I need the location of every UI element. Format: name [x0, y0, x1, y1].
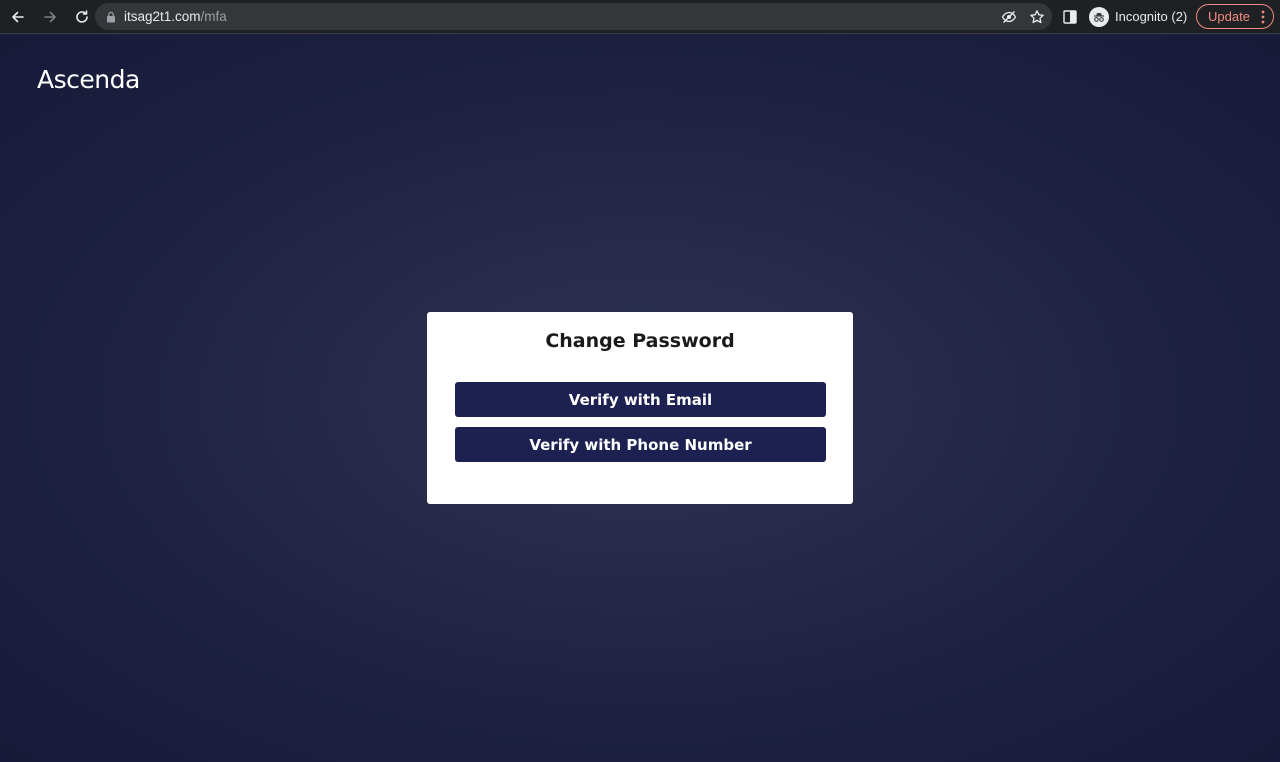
back-button[interactable] [4, 3, 32, 31]
url-text: itsag2t1.com/mfa [124, 9, 227, 24]
side-panel-icon[interactable] [1061, 8, 1079, 26]
address-bar[interactable]: itsag2t1.com/mfa [95, 3, 1052, 30]
page-content: Ascenda Change Password Verify with Emai… [0, 35, 1280, 762]
url-path: /mfa [200, 9, 227, 24]
reload-button[interactable] [68, 3, 96, 31]
incognito-label: Incognito (2) [1115, 9, 1188, 24]
eye-off-icon[interactable] [1000, 8, 1018, 26]
more-vert-icon [1261, 10, 1265, 24]
incognito-profile-button[interactable]: Incognito (2) [1086, 3, 1195, 30]
forward-button[interactable] [36, 3, 64, 31]
change-password-card: Change Password Verify with Email Verify… [427, 312, 853, 504]
reload-icon [76, 9, 88, 23]
verify-email-button[interactable]: Verify with Email [455, 382, 826, 417]
arrow-right-icon [44, 11, 56, 22]
url-host: itsag2t1.com [124, 9, 201, 24]
browser-toolbar: itsag2t1.com/mfa Incognito (2) Update [0, 0, 1280, 34]
ascenda-logo: Ascenda [37, 65, 140, 94]
verify-phone-button[interactable]: Verify with Phone Number [455, 427, 826, 462]
arrow-left-icon [12, 11, 24, 22]
update-label: Update [1208, 9, 1250, 24]
star-icon[interactable] [1028, 8, 1046, 26]
incognito-icon [1089, 6, 1109, 27]
update-button[interactable]: Update [1196, 4, 1274, 29]
card-title: Change Password [545, 330, 735, 352]
lock-icon [106, 11, 116, 23]
